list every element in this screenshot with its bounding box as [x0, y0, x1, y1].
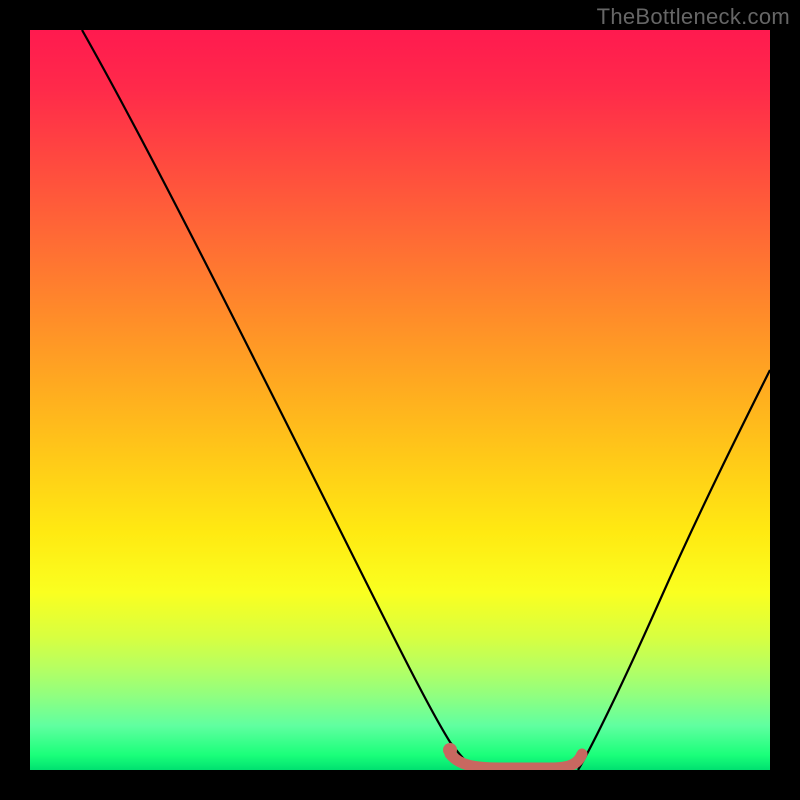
curves-svg	[30, 30, 770, 770]
chart-container: TheBottleneck.com	[0, 0, 800, 800]
watermark-text: TheBottleneck.com	[597, 4, 790, 30]
curve-left	[82, 30, 476, 770]
floor-segment	[450, 754, 582, 768]
curve-right	[578, 370, 770, 770]
plot-area	[30, 30, 770, 770]
floor-dot-left	[443, 743, 457, 757]
